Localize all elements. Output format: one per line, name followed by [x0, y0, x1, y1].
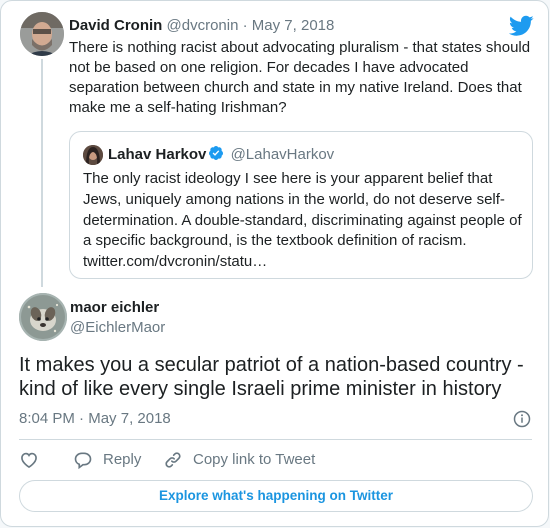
author-handle[interactable]: @dvcronin: [167, 17, 239, 34]
author-handle: @LahavHarkov: [230, 146, 335, 163]
quoted-tweet-body: The only racist ideology I see here is y…: [83, 170, 522, 250]
speech-bubble-icon: [74, 452, 92, 470]
tweet-date[interactable]: May 7, 2018: [88, 410, 171, 427]
divider: [19, 439, 532, 440]
tweet-time[interactable]: 8:04 PM: [19, 410, 75, 427]
author-name: Lahav Harkov: [108, 146, 207, 163]
separator: ·: [79, 410, 85, 427]
tweet-timestamp[interactable]: 8:04 PM · May 7, 2018: [19, 409, 171, 429]
main-tweet-header: maor eichler @EichlerMaor: [1, 291, 548, 345]
reply-label: Reply: [103, 451, 142, 468]
quoted-tweet-text: The only racist ideology I see here is y…: [83, 169, 523, 273]
author-name[interactable]: maor eichler: [70, 298, 159, 318]
copy-link-label: Copy link to Tweet: [193, 451, 316, 468]
heart-icon: [21, 452, 37, 469]
verified-badge-icon: [209, 146, 224, 160]
reply-button[interactable]: Reply: [73, 449, 141, 471]
info-icon[interactable]: [513, 410, 531, 428]
explore-button[interactable]: Explore what's happening on Twitter: [19, 480, 533, 512]
quoted-tweet-header: Lahav Harkov @LahavHarkov: [108, 145, 334, 165]
avatar[interactable]: [20, 12, 64, 56]
quoted-tweet-link[interactable]: twitter.com/dvcronin/statu…: [83, 253, 267, 270]
tweet-actions: Reply Copy link to Tweet: [19, 449, 532, 471]
separator: ·: [242, 17, 248, 34]
author-handle[interactable]: @EichlerMaor: [70, 318, 165, 338]
main-tweet-text: It makes you a secular patriot of a nati…: [19, 354, 524, 400]
avatar[interactable]: [19, 293, 67, 341]
like-button[interactable]: [19, 449, 39, 471]
link-icon: [165, 452, 181, 468]
thread-line: [41, 59, 43, 287]
tweet-date[interactable]: May 7, 2018: [252, 17, 335, 34]
author-name[interactable]: David Cronin: [69, 17, 162, 34]
parent-tweet-text: There is nothing racist about advocating…: [69, 39, 531, 116]
parent-tweet-header: David Cronin @dvcronin · May 7, 2018: [69, 16, 334, 36]
tweet-embed-card: David Cronin @dvcronin · May 7, 2018 The…: [0, 0, 549, 527]
twitter-bird-icon[interactable]: [509, 15, 534, 37]
parent-tweet[interactable]: David Cronin @dvcronin · May 7, 2018 The…: [1, 1, 548, 291]
copy-link-button[interactable]: Copy link to Tweet: [163, 449, 315, 471]
quoted-tweet[interactable]: Lahav Harkov @LahavHarkov The only racis…: [69, 131, 533, 279]
avatar: [83, 145, 103, 165]
